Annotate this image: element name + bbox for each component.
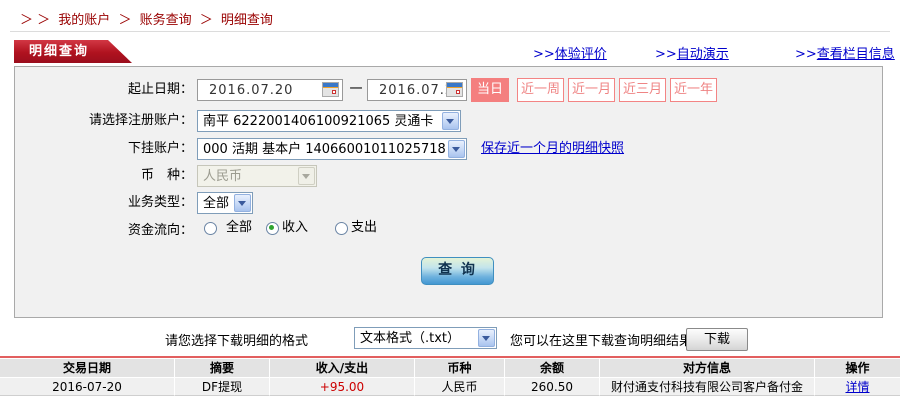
- download-hint: 您可以在这里下载查询明细结果: [510, 334, 693, 349]
- sub-account-value: 000 活期 基本户 1406600101102571848: [203, 142, 446, 157]
- query-form-panel: 起止日期： 2016.07.20 一 2016.07.20 当日 近一周 近一月…: [14, 66, 883, 318]
- link-label: 自动演示: [676, 47, 729, 62]
- date-range-label: 起止日期：: [127, 82, 193, 97]
- last-week-button[interactable]: 近一周: [517, 78, 564, 102]
- business-type-label: 业务类型：: [127, 195, 193, 210]
- sub-account-label: 下挂账户：: [127, 141, 193, 156]
- fund-flow-option-all[interactable]: 全部: [226, 220, 252, 236]
- date-range-dash: 一: [349, 82, 363, 97]
- last-month-button[interactable]: 近一月: [568, 78, 615, 102]
- chevron-down-icon: [234, 194, 251, 212]
- calendar-icon[interactable]: [322, 82, 339, 97]
- link-label: 体验评价: [554, 47, 607, 62]
- register-account-value: 南平 6222001406100921065 灵通卡: [203, 114, 434, 129]
- sub-account-select[interactable]: 000 活期 基本户 1406600101102571848: [197, 138, 467, 160]
- auto-demo-link[interactable]: >>自动演示: [655, 43, 729, 62]
- breadcrumb-lead: ＞ ＞: [20, 13, 51, 28]
- fund-flow-radio-income[interactable]: [266, 222, 279, 235]
- breadcrumb-divider: [10, 31, 890, 32]
- header-date: 交易日期: [0, 359, 175, 378]
- breadcrumb-separator: ＞: [199, 13, 213, 28]
- tab-detail-query: 明细查询: [14, 40, 132, 63]
- chevron-down-icon: [478, 329, 495, 347]
- breadcrumb-separator: ＞: [118, 13, 132, 28]
- header-summary: 摘要: [175, 359, 270, 378]
- download-format-value: 文本格式（.txt）: [360, 331, 461, 346]
- breadcrumb-item-my-account[interactable]: 我的账户: [58, 13, 110, 28]
- header-counterparty: 对方信息: [600, 359, 815, 378]
- cell-currency: 人民币: [415, 378, 505, 396]
- table-row: 2016-07-20 DF提现 +95.00 人民币 260.50 财付通支付科…: [0, 378, 900, 396]
- header-balance: 余额: [505, 359, 600, 378]
- header-amount: 收入/支出: [270, 359, 415, 378]
- view-column-info-link[interactable]: >>查看栏目信息: [795, 43, 895, 62]
- register-account-select[interactable]: 南平 6222001406100921065 灵通卡: [197, 110, 461, 132]
- breadcrumb: ＞ ＞ 我的账户 ＞ 账务查询 ＞ 明细查询: [20, 9, 277, 28]
- cell-amount: +95.00: [270, 378, 415, 396]
- cell-balance: 260.50: [505, 378, 600, 396]
- business-type-value: 全部: [203, 196, 230, 211]
- detail-link[interactable]: 详情: [845, 380, 869, 394]
- currency-value: 人民币: [203, 169, 243, 184]
- currency-select: 人民币: [197, 165, 317, 187]
- link-prefix: >>: [655, 47, 677, 62]
- cell-summary: DF提现: [175, 378, 270, 396]
- business-type-select[interactable]: 全部: [197, 192, 253, 214]
- download-format-select[interactable]: 文本格式（.txt）: [354, 327, 497, 349]
- fund-flow-option-income[interactable]: 收入: [282, 220, 308, 236]
- fund-flow-radio-all[interactable]: [204, 222, 217, 235]
- fund-flow-option-expense[interactable]: 支出: [351, 220, 377, 236]
- fund-flow-radio-expense[interactable]: [335, 222, 348, 235]
- header-currency: 币种: [415, 359, 505, 378]
- last-year-button[interactable]: 近一年: [670, 78, 717, 102]
- header-action: 操作: [815, 359, 900, 378]
- calendar-icon[interactable]: [446, 82, 463, 97]
- link-label: 查看栏目信息: [816, 47, 895, 62]
- breadcrumb-item-detail-query[interactable]: 明细查询: [221, 13, 273, 28]
- table-header-row: 交易日期 摘要 收入/支出 币种 余额 对方信息 操作: [0, 359, 900, 378]
- start-date-value: 2016.07.20: [209, 83, 294, 98]
- link-prefix: >>: [533, 47, 555, 62]
- end-date-input[interactable]: 2016.07.20: [367, 79, 467, 101]
- experience-rating-link[interactable]: >>体验评价: [533, 43, 607, 62]
- page-title: 明细查询: [29, 44, 90, 59]
- register-account-label: 请选择注册账户：: [88, 113, 193, 128]
- cell-counterparty: 财付通支付科技有限公司客户备付金: [600, 378, 815, 396]
- fund-flow-label: 资金流向：: [127, 223, 193, 238]
- query-button[interactable]: 查 询: [421, 257, 494, 285]
- result-table: 交易日期 摘要 收入/支出 币种 余额 对方信息 操作 2016-07-20 D…: [0, 359, 900, 396]
- today-button[interactable]: 当日: [471, 78, 509, 102]
- chevron-down-icon: [298, 167, 315, 185]
- save-monthly-snapshot-link[interactable]: 保存近一个月的明细快照: [481, 138, 624, 160]
- currency-label: 币 种：: [140, 168, 193, 183]
- table-top-divider: [0, 356, 900, 358]
- start-date-input[interactable]: 2016.07.20: [197, 79, 343, 101]
- chevron-down-icon: [448, 140, 465, 158]
- chevron-down-icon: [442, 112, 459, 130]
- link-prefix: >>: [795, 47, 817, 62]
- last-three-months-button[interactable]: 近三月: [619, 78, 666, 102]
- cell-date: 2016-07-20: [0, 378, 175, 396]
- detail-query-page: ＞ ＞ 我的账户 ＞ 账务查询 ＞ 明细查询 明细查询 >>体验评价 >>自动演…: [0, 0, 900, 401]
- breadcrumb-item-account-query[interactable]: 账务查询: [140, 13, 192, 28]
- download-button[interactable]: 下载: [686, 328, 748, 351]
- download-format-label: 请您选择下载明细的格式: [165, 334, 309, 349]
